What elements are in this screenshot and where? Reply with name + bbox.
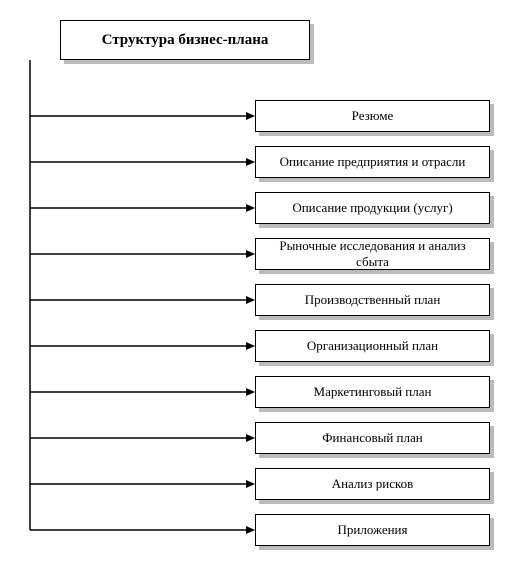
item-label: Описание продукции (услуг)	[292, 200, 452, 216]
title-text: Структура бизнес-плана	[102, 32, 269, 49]
item-box: Анализ рисков	[255, 468, 490, 500]
item-label: Рыночные исследования и анализ сбыта	[262, 238, 483, 270]
item-box: Рыночные исследования и анализ сбыта	[255, 238, 490, 270]
item-label: Организационный план	[307, 338, 438, 354]
item-label: Приложения	[338, 522, 408, 538]
item-label: Анализ рисков	[332, 476, 414, 492]
item-box: Описание предприятия и отрасли	[255, 146, 490, 178]
item-box: Производственный план	[255, 284, 490, 316]
diagram-container: Структура бизнес-плана Резюме Описание пр…	[0, 0, 511, 571]
title-box: Структура бизнес-плана	[60, 20, 310, 60]
item-box: Маркетинговый план	[255, 376, 490, 408]
item-label: Маркетинговый план	[314, 384, 432, 400]
item-box: Резюме	[255, 100, 490, 132]
item-label: Финансовый план	[322, 430, 422, 446]
item-box: Финансовый план	[255, 422, 490, 454]
item-label: Резюме	[352, 108, 394, 124]
item-label: Описание предприятия и отрасли	[280, 154, 466, 170]
item-box: Организационный план	[255, 330, 490, 362]
item-label: Производственный план	[305, 292, 441, 308]
item-box: Описание продукции (услуг)	[255, 192, 490, 224]
item-box: Приложения	[255, 514, 490, 546]
